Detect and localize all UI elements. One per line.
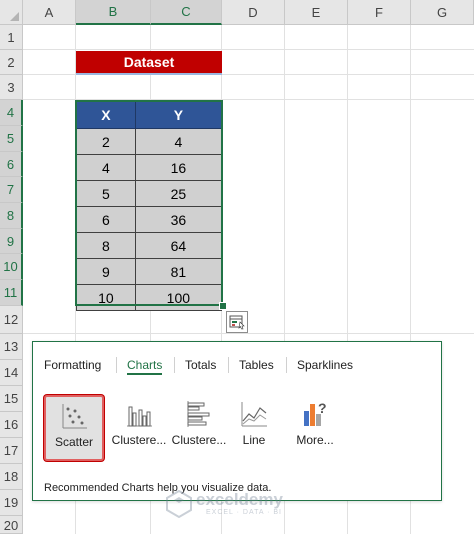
cell-y[interactable]: 100 <box>134 284 223 311</box>
row-header-11[interactable]: 11 <box>0 280 23 306</box>
row-header-10[interactable]: 10 <box>0 254 23 280</box>
cell-y[interactable]: 36 <box>134 206 223 233</box>
exceldemy-watermark: exceldemy EXCEL · DATA · BI <box>166 490 316 522</box>
table-row: 10 100 <box>76 284 223 311</box>
column-header-c[interactable]: C <box>151 0 222 25</box>
quick-analysis-icon <box>229 315 245 330</box>
row-header-5[interactable]: 5 <box>0 126 23 152</box>
clustered-column-chart-option[interactable]: Clustere... <box>109 395 169 461</box>
column-header-g[interactable]: G <box>411 0 474 25</box>
tab-formatting[interactable]: Formatting <box>44 358 101 372</box>
line-chart-icon <box>241 402 267 427</box>
select-all-corner[interactable] <box>0 0 23 25</box>
row-header-17[interactable]: 17 <box>0 438 23 464</box>
row-header-19[interactable]: 19 <box>0 490 23 516</box>
column-y-header[interactable]: Y <box>134 101 223 129</box>
tab-tables[interactable]: Tables <box>239 358 274 372</box>
cell-y[interactable]: 25 <box>134 180 223 207</box>
row-header-15[interactable]: 15 <box>0 386 23 412</box>
row-header-6[interactable]: 6 <box>0 152 23 177</box>
row-header-14[interactable]: 14 <box>0 360 23 386</box>
cell-y[interactable]: 4 <box>134 128 223 155</box>
svg-text:?: ? <box>318 400 327 416</box>
cell-y[interactable]: 81 <box>134 258 223 285</box>
tab-totals[interactable]: Totals <box>185 358 216 372</box>
tab-separator <box>174 357 175 373</box>
cell-x[interactable]: 5 <box>76 180 136 207</box>
clustered-column-icon <box>127 406 152 427</box>
cell-x[interactable]: 2 <box>76 128 136 155</box>
more-charts-icon: ? <box>304 400 327 426</box>
select-all-triangle-icon <box>10 12 19 21</box>
watermark-name: exceldemy <box>196 490 283 509</box>
tab-separator <box>228 357 229 373</box>
tab-separator <box>116 357 117 373</box>
fill-handle[interactable] <box>219 302 227 310</box>
quick-analysis-button[interactable] <box>226 311 248 333</box>
option-label: Scatter <box>54 435 93 449</box>
column-header-e[interactable]: E <box>285 0 348 25</box>
row-header-16[interactable]: 16 <box>0 412 23 438</box>
table-row: 9 81 <box>76 258 223 285</box>
cell-y[interactable]: 64 <box>134 232 223 259</box>
table-row: 6 36 <box>76 206 223 233</box>
dataset-title: Dataset <box>76 51 222 75</box>
column-header-f[interactable]: F <box>348 0 411 25</box>
gridline <box>23 333 474 334</box>
option-label: Clustere... <box>171 433 227 447</box>
row-header-3[interactable]: 3 <box>0 75 23 100</box>
table-row: 8 64 <box>76 232 223 259</box>
clustered-bar-chart-option[interactable]: Clustere... <box>169 395 229 461</box>
column-x-header[interactable]: X <box>76 101 136 129</box>
cell-x[interactable]: 9 <box>76 258 136 285</box>
column-header-d[interactable]: D <box>222 0 285 25</box>
row-header-4[interactable]: 4 <box>0 100 23 126</box>
table-row: 24 <box>76 128 223 155</box>
table-row: 5 25 <box>76 180 223 207</box>
column-header-a[interactable]: A <box>23 0 76 25</box>
more-charts-option[interactable]: ? More... <box>285 395 345 461</box>
table-row: 4 16 <box>76 154 223 181</box>
tab-charts[interactable]: Charts <box>127 358 163 375</box>
watermark-tagline: EXCEL · DATA · BI <box>206 509 282 516</box>
cell-x[interactable]: 8 <box>76 232 136 259</box>
cell-x[interactable]: 6 <box>76 206 136 233</box>
cell-x[interactable]: 10 <box>76 284 136 311</box>
row-header-9[interactable]: 9 <box>0 229 23 254</box>
row-header-2[interactable]: 2 <box>0 50 23 75</box>
row-header-1[interactable]: 1 <box>0 25 23 50</box>
row-header-8[interactable]: 8 <box>0 203 23 229</box>
clustered-bar-icon <box>187 401 210 427</box>
data-table: X Y 24 4 16 5 25 6 36 8 64 9 81 10 100 <box>76 101 223 311</box>
scatter-chart-option[interactable]: Scatter <box>44 395 104 461</box>
option-label: More... <box>296 433 334 447</box>
column-header-b[interactable]: B <box>76 0 151 25</box>
scatter-chart-icon <box>62 404 87 429</box>
tab-sparklines[interactable]: Sparklines <box>297 358 353 372</box>
gridline <box>23 99 474 100</box>
row-header-12[interactable]: 12 <box>0 306 23 334</box>
row-header-20[interactable]: 20 <box>0 516 23 534</box>
tab-separator <box>286 357 287 373</box>
cell-x[interactable]: 4 <box>76 154 136 181</box>
quick-analysis-panel: Formatting Charts Totals Tables Sparklin… <box>32 341 442 501</box>
option-label: Line <box>242 433 266 447</box>
row-header-7[interactable]: 7 <box>0 177 23 203</box>
line-chart-option[interactable]: Line <box>224 395 284 461</box>
option-label: Clustere... <box>111 433 167 447</box>
row-header-13[interactable]: 13 <box>0 334 23 360</box>
exceldemy-logo-icon <box>166 490 192 518</box>
cell-y[interactable]: 16 <box>134 154 223 181</box>
gridline <box>23 49 474 50</box>
row-header-18[interactable]: 18 <box>0 464 23 490</box>
